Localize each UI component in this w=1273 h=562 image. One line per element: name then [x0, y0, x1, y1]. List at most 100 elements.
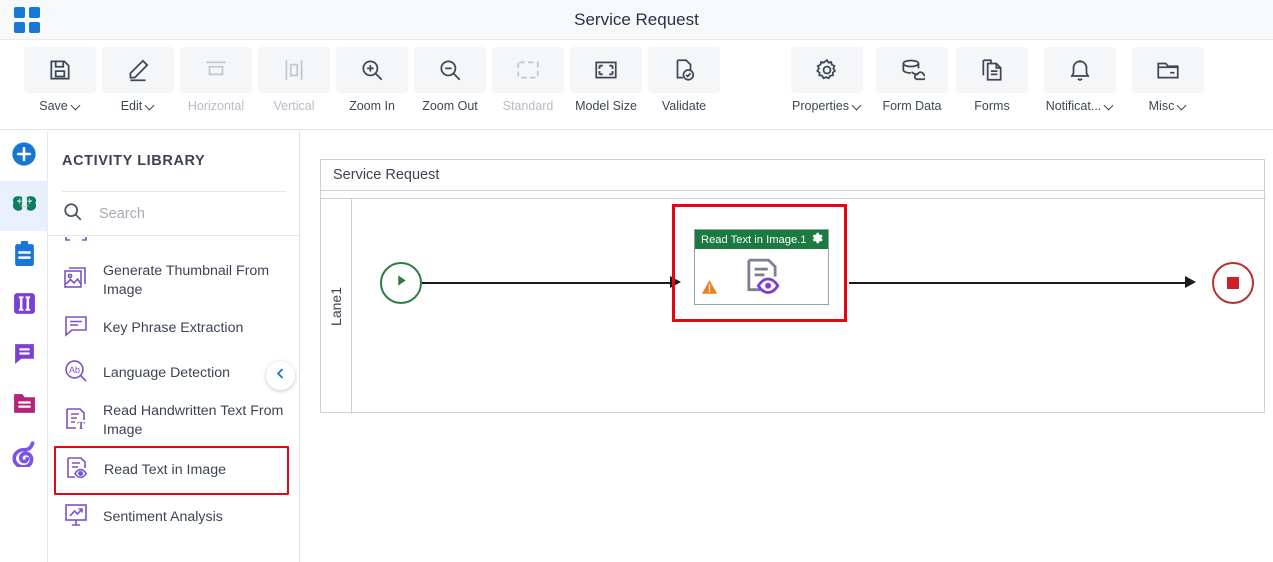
rail-item-columns[interactable] [0, 281, 48, 331]
toolbar-button-save[interactable]: Save [22, 47, 98, 113]
list-item-label: Read Text in Image [104, 462, 226, 478]
lane: Lane1 Read Text in Image.1 [321, 198, 1266, 414]
toolbar-button-edit[interactable]: Edit [100, 47, 176, 113]
application-window: Service Request Save Edit Horizontal Ver… [0, 0, 1273, 562]
toolbar-button-notifications[interactable]: Notificat... [1032, 47, 1128, 113]
gear-icon [791, 47, 863, 93]
clipboard-icon [12, 240, 37, 272]
face-detect-icon [62, 237, 90, 250]
task-body [695, 249, 828, 305]
toolbar-label: Properties [792, 99, 849, 113]
validate-icon [648, 47, 720, 93]
toolbar-label: Zoom In [349, 99, 395, 113]
rail-item-ai-activities[interactable] [0, 181, 48, 231]
chevron-down-icon [1105, 102, 1114, 111]
toolbar-label: Model Size [575, 99, 637, 113]
play-icon [394, 273, 409, 293]
standard-icon [492, 47, 564, 93]
panel-title: ACTIVITY LIBRARY [62, 153, 206, 169]
save-icon [24, 47, 96, 93]
comment-icon [12, 341, 37, 371]
toolbar-button-zoom-out[interactable]: Zoom Out [412, 47, 488, 113]
list-item[interactable]: T Read Handwritten Text From Image [48, 396, 299, 446]
end-event-node[interactable] [1212, 262, 1254, 304]
chevron-left-icon [274, 367, 287, 385]
search-input[interactable] [97, 204, 267, 223]
list-item[interactable] [48, 237, 299, 256]
toolbar-label: Horizontal [187, 99, 245, 113]
rail-item-tasks[interactable] [0, 231, 48, 281]
toolbar-button-misc[interactable]: Misc [1130, 47, 1206, 113]
toolbar-button-form-data[interactable]: Form Data [872, 47, 952, 113]
task-header: Read Text in Image.1 [695, 230, 828, 249]
title-bar: Service Request [0, 0, 1273, 40]
list-item-read-text-in-image[interactable]: Read Text in Image [54, 446, 289, 495]
chart-trend-icon [62, 501, 90, 534]
task-node-read-text-in-image[interactable]: Read Text in Image.1 [694, 229, 829, 305]
warning-triangle-icon[interactable] [701, 279, 718, 300]
folder-lines-icon [12, 392, 37, 420]
toolbar-button-vertical: Vertical [256, 47, 332, 113]
list-item-label: Key Phrase Extraction [103, 320, 244, 336]
horizontal-icon [180, 47, 252, 93]
toolbar-button-standard: Standard [490, 47, 566, 113]
zoom-in-icon [336, 47, 408, 93]
chevron-down-icon [72, 102, 81, 111]
lane-label: Lane1 [321, 199, 352, 414]
stop-square-icon [1227, 277, 1239, 289]
list-item[interactable]: Generate Thumbnail From Image [48, 256, 299, 306]
rail-item-add[interactable] [0, 131, 48, 181]
rail-item-integrations[interactable] [0, 431, 48, 481]
list-item-label: Language Detection [103, 365, 231, 381]
pool-title: Service Request [321, 160, 1264, 191]
columns-icon [12, 291, 37, 321]
bell-icon [1044, 47, 1116, 93]
panel-collapse-button[interactable] [266, 361, 295, 390]
activity-list[interactable]: Generate Thumbnail From Image Key Phrase… [48, 237, 299, 562]
rail-item-messages[interactable] [0, 331, 48, 381]
pencil-icon [102, 47, 174, 93]
toolbar-label: Forms [974, 99, 1010, 113]
list-item[interactable]: Key Phrase Extraction [48, 306, 299, 351]
toolbar: Save Edit Horizontal Vertical Zoom In Zo… [0, 40, 1273, 130]
task-title: Read Text in Image.1 [701, 233, 807, 246]
model-size-icon [570, 47, 642, 93]
list-item[interactable]: Sentiment Analysis [48, 495, 299, 540]
ab-magnifier-icon: Ab [62, 357, 90, 390]
brain-icon [11, 192, 38, 221]
sequence-flow-1[interactable] [422, 282, 672, 284]
process-canvas[interactable]: Service Request Lane1 Read Text in Image… [300, 131, 1273, 562]
chevron-down-icon [146, 102, 155, 111]
page-title: Service Request [574, 10, 699, 29]
toolbar-button-zoom-in[interactable]: Zoom In [334, 47, 410, 113]
doc-handwritten-icon: T [62, 405, 90, 438]
vertical-icon [258, 47, 330, 93]
rail-item-folders[interactable] [0, 381, 48, 431]
doc-eye-icon [63, 454, 91, 487]
chevron-down-icon [1178, 102, 1187, 111]
toolbar-button-properties[interactable]: Properties [784, 47, 870, 113]
list-item-label: Generate Thumbnail From Image [103, 263, 270, 298]
search-row [48, 192, 300, 236]
comment-lines-icon [62, 312, 90, 345]
lane-body[interactable]: Read Text in Image.1 [352, 199, 1266, 413]
toolbar-label: Notificat... [1045, 99, 1102, 113]
doc-eye-icon [739, 254, 785, 305]
flow-arrowhead [1185, 276, 1196, 288]
toolbar-button-horizontal: Horizontal [178, 47, 254, 113]
toolbar-button-validate[interactable]: Validate [646, 47, 722, 113]
toolbar-label: Save [39, 99, 68, 113]
list-item[interactable]: Ab Language Detection [48, 351, 299, 396]
database-icon [876, 47, 948, 93]
gear-icon[interactable] [811, 232, 823, 247]
toolbar-button-model-size[interactable]: Model Size [568, 47, 644, 113]
svg-text:Ab: Ab [69, 365, 80, 375]
toolbar-label: Validate [661, 99, 707, 113]
toolbar-button-forms[interactable]: Forms [954, 47, 1030, 113]
folder-icon [1132, 47, 1204, 93]
svg-text:T: T [77, 420, 85, 432]
search-icon [62, 201, 83, 227]
pool: Service Request Lane1 Read Text in Image… [320, 159, 1266, 414]
start-event-node[interactable] [380, 262, 422, 304]
sequence-flow-2[interactable] [849, 282, 1187, 284]
